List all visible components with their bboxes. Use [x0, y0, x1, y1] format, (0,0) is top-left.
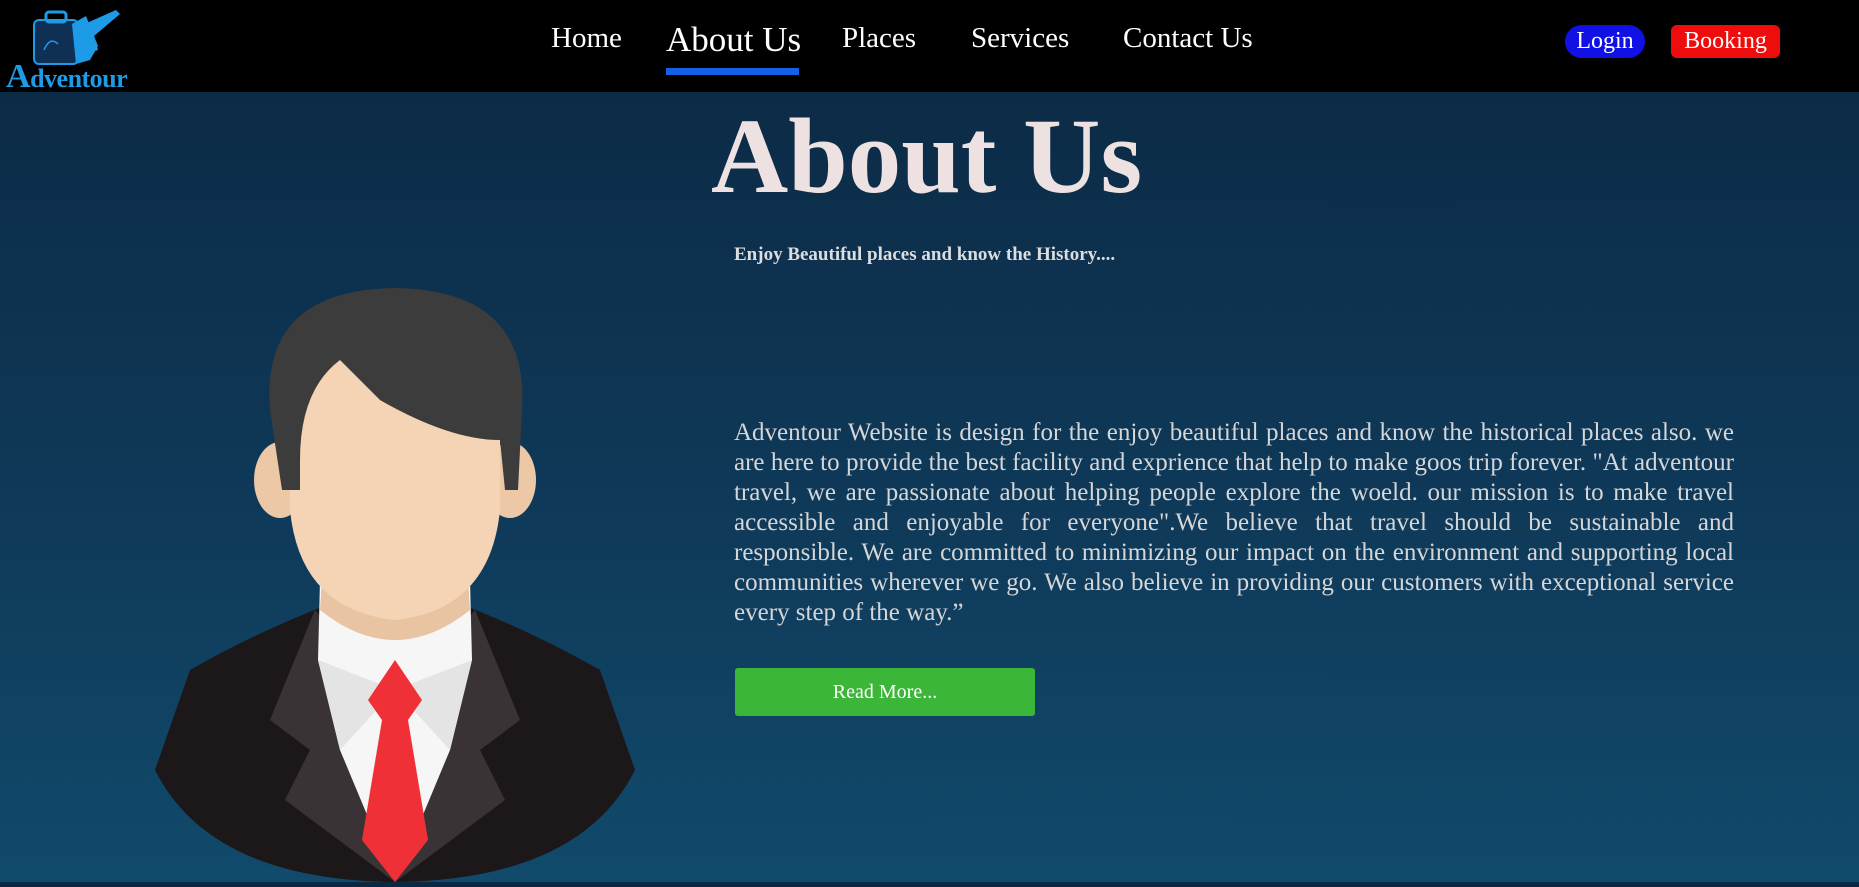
brand-logo[interactable]: Adventour — [4, 6, 128, 95]
brand-initial: A — [6, 58, 31, 95]
tagline: Enjoy Beautiful places and know the Hist… — [734, 244, 1116, 265]
brand-name: Adventour — [6, 58, 128, 96]
active-nav-underline — [666, 68, 799, 75]
top-navbar: Adventour Home About Us Places Services … — [0, 0, 1859, 95]
login-button[interactable]: Login — [1565, 25, 1645, 58]
brand-name-rest: dventour — [30, 64, 128, 93]
businessman-avatar — [150, 280, 640, 882]
page-title: About Us — [711, 98, 1143, 216]
about-description: Adventour Website is design for the enjo… — [734, 419, 1734, 626]
nav-contact-us[interactable]: Contact Us — [1123, 22, 1253, 55]
read-more-button[interactable]: Read More... — [735, 668, 1035, 716]
nav-places[interactable]: Places — [842, 22, 916, 55]
nav-about-us[interactable]: About Us — [666, 20, 801, 60]
nav-services[interactable]: Services — [971, 22, 1069, 55]
nav-home[interactable]: Home — [551, 22, 622, 55]
booking-button[interactable]: Booking — [1671, 25, 1780, 58]
